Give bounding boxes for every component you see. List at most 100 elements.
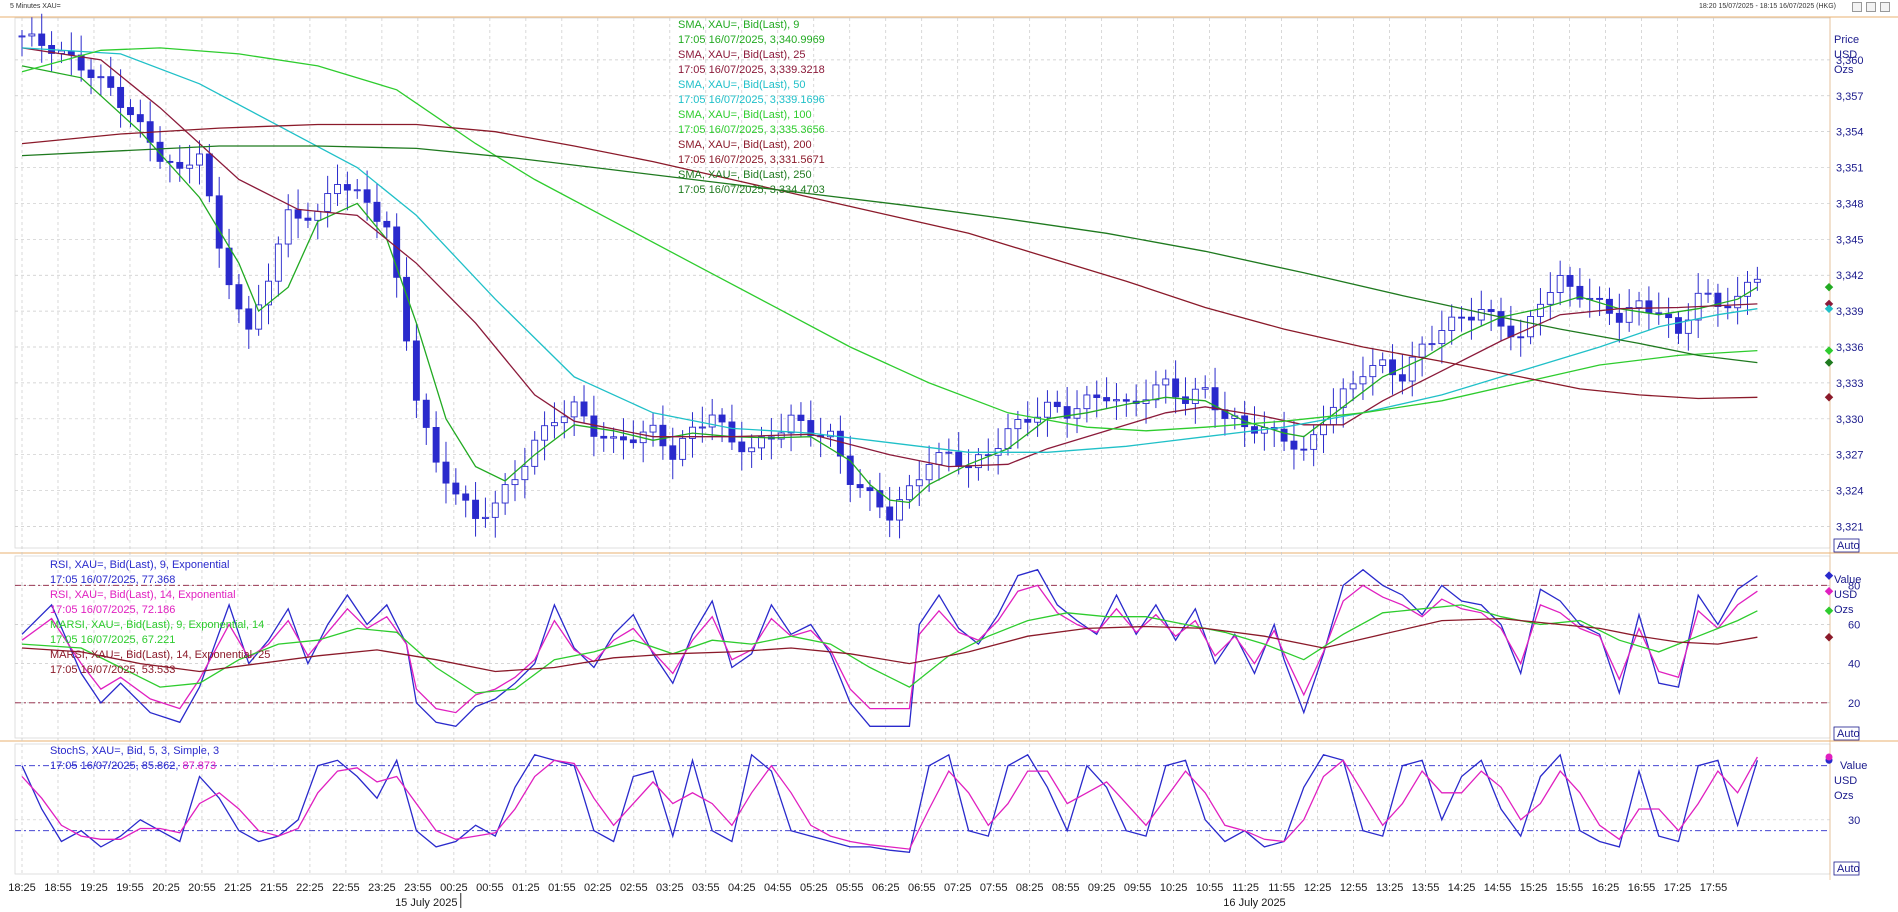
candle-body xyxy=(955,451,963,467)
candle-body xyxy=(1320,424,1327,436)
stoch-tick-label-0: 30 xyxy=(1848,815,1860,827)
axes: 18:25 18:55 19:25 19:55 20:25 20:55 21:25 21:55… xyxy=(8,55,1863,909)
time-label-1925: 19:25 xyxy=(80,882,108,894)
time-label-0425: 04:25 xyxy=(728,882,756,894)
stoch-panel-frame xyxy=(14,743,1831,875)
stoch-axis-header-line2: USD xyxy=(1834,775,1857,787)
candle-body xyxy=(422,399,430,428)
time-label-1055: 10:55 xyxy=(1196,882,1224,894)
date-label-1: 16 July 2025 xyxy=(1223,897,1285,909)
candle-body xyxy=(1162,378,1170,386)
stoch-panel[interactable] xyxy=(15,753,1830,854)
candle-body xyxy=(1300,448,1308,451)
time-label-2125: 21:25 xyxy=(224,882,252,894)
legend-rsi14-name: RSI, XAU=, Bid(Last), 14, Exponential xyxy=(50,589,236,601)
candle-body xyxy=(18,35,26,38)
price-axis-header: Price USD Ozs xyxy=(1834,34,1859,76)
rsi-auto-button[interactable]: Auto xyxy=(1833,726,1860,741)
candle-body xyxy=(1467,316,1475,321)
candle-body xyxy=(738,441,746,453)
price-tick-label-11: 3,354 xyxy=(1836,127,1864,139)
price-panel[interactable] xyxy=(18,13,1761,539)
candle-body xyxy=(1684,319,1692,334)
candle-body xyxy=(787,414,795,434)
stoch-series-0 xyxy=(21,753,1759,854)
stoch-auto-label: Auto xyxy=(1837,863,1860,875)
candle-body xyxy=(1566,274,1574,287)
candle-body xyxy=(1191,388,1199,404)
stoch-series-1 xyxy=(21,756,1758,850)
candle-body xyxy=(758,436,765,449)
candle-body xyxy=(1369,365,1377,378)
price-marker-5 xyxy=(1824,358,1834,367)
time-label-0955: 09:55 xyxy=(1124,882,1152,894)
candle-body xyxy=(1004,428,1012,449)
candle-body xyxy=(1724,306,1732,309)
candle-body xyxy=(205,153,213,197)
legend-sma9-name: SMA, XAU=, Bid(Last), 9 xyxy=(678,19,799,31)
candle-body xyxy=(1448,316,1456,331)
time-label-1125: 11:25 xyxy=(1232,882,1259,894)
rsi-marker-0 xyxy=(1824,571,1834,580)
price-tick-label-9: 3,348 xyxy=(1836,198,1864,210)
minimize-icon[interactable] xyxy=(1852,2,1862,12)
candle-body xyxy=(97,76,105,79)
time-label-0225: 02:25 xyxy=(584,882,612,894)
candle-body xyxy=(1497,311,1505,327)
candle-body xyxy=(1458,316,1466,319)
rsi-axis-header: Value USD Ozs xyxy=(1834,574,1861,616)
candle-body xyxy=(314,210,322,221)
time-label-1325: 13:25 xyxy=(1376,882,1404,894)
time-label-1355: 13:55 xyxy=(1412,882,1440,894)
candle-body xyxy=(590,415,598,437)
candle-body xyxy=(215,195,223,249)
candle-body xyxy=(274,243,282,282)
time-label-1825: 18:25 xyxy=(8,882,36,894)
candle-body xyxy=(698,426,706,429)
time-label-2225: 22:25 xyxy=(296,882,324,894)
stoch-auto-button[interactable]: Auto xyxy=(1833,861,1860,876)
time-label-2155: 21:55 xyxy=(260,882,288,894)
rsi-tick-label-0: 20 xyxy=(1848,698,1860,710)
legend-marsi25-name: MARSI, XAU=, Bid(Last), 14, Exponential,… xyxy=(50,649,270,661)
price-tick-label-0: 3,321 xyxy=(1836,521,1864,533)
candle-body xyxy=(945,451,953,454)
legend-sma250-name: SMA, XAU=, Bid(Last), 250 xyxy=(678,169,812,181)
legend-rsi9-value: 17:05 16/07/2025, 77.368 xyxy=(50,574,175,586)
window-timestamp: 18:20 15/07/2025 - 18:15 16/07/2025 (HKG… xyxy=(1699,3,1836,10)
candle-body xyxy=(649,424,657,433)
rsi-marker-3 xyxy=(1824,632,1834,642)
price-auto-label: Auto xyxy=(1837,540,1860,552)
candle-body xyxy=(1546,292,1554,305)
time-label-1025: 10:25 xyxy=(1160,882,1188,894)
candle-body xyxy=(1556,274,1564,293)
price-tick-label-10: 3,351 xyxy=(1836,163,1864,175)
candle-body xyxy=(610,436,618,439)
close-icon[interactable] xyxy=(1880,2,1890,12)
time-label-1255: 12:55 xyxy=(1340,882,1368,894)
time-label-0455: 04:55 xyxy=(764,882,792,894)
time-label-2025: 20:25 xyxy=(152,882,180,894)
candle-body xyxy=(472,499,480,519)
candle-body xyxy=(797,414,805,421)
time-label-0055: 00:55 xyxy=(476,882,504,894)
candle-body xyxy=(1172,378,1180,398)
price-series-4 xyxy=(21,123,1758,400)
candle-body xyxy=(679,437,687,460)
candle-body xyxy=(965,465,973,469)
candle-body xyxy=(28,33,36,37)
maximize-icon[interactable] xyxy=(1866,2,1876,12)
price-auto-button[interactable]: Auto xyxy=(1833,538,1860,553)
candle-body xyxy=(1201,387,1209,390)
rsi-legend: RSI, XAU=, Bid(Last), 9, Exponential 17:… xyxy=(50,559,270,676)
time-label-0625: 06:25 xyxy=(872,882,900,894)
candle-body xyxy=(491,502,499,518)
chart-canvas[interactable]: 18:25 18:55 19:25 19:55 20:25 20:55 21:25 21:55… xyxy=(0,13,1898,912)
candle-body xyxy=(935,452,943,465)
legend-sma250-value: 17:05 16/07/2025, 3,334.4703 xyxy=(678,184,825,196)
candle-body xyxy=(1152,384,1160,401)
candle-body xyxy=(127,107,134,116)
legend-stoch-value: 17:05 16/07/2025, 85.862, 87.873 xyxy=(50,760,216,772)
candle-body xyxy=(412,340,420,401)
candle-body xyxy=(255,304,263,330)
